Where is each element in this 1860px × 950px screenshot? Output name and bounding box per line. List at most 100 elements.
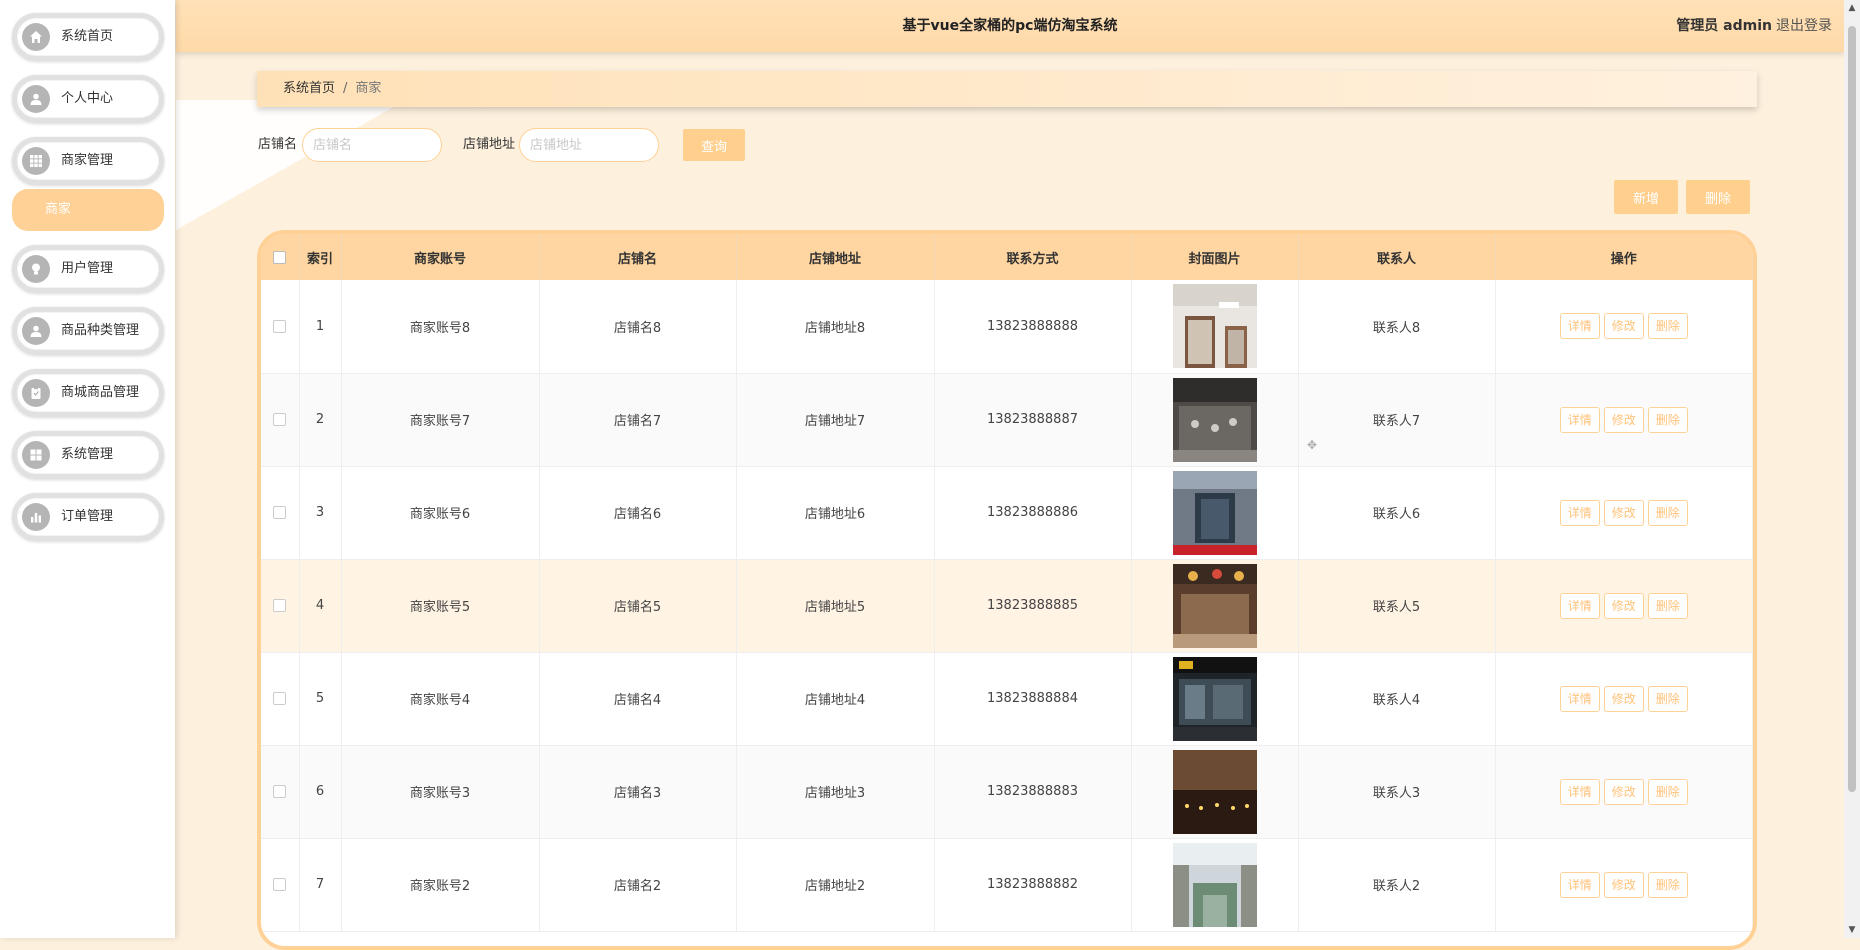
sidebar-item-system-management[interactable]: 系统管理 <box>12 431 164 479</box>
shop-address-label: 店铺地址 <box>463 137 516 152</box>
select-all-checkbox[interactable] <box>273 250 287 264</box>
delete-button[interactable]: 删除 <box>1647 499 1688 526</box>
cell-shop-address: 店铺地址5 <box>736 559 935 653</box>
detail-button[interactable]: 详情 <box>1559 313 1600 340</box>
edit-button[interactable]: 修改 <box>1603 778 1644 805</box>
cell-index: 4 <box>299 559 342 653</box>
row-checkbox[interactable] <box>273 692 287 705</box>
cover-image[interactable] <box>1172 470 1257 555</box>
breadcrumb-home[interactable]: 系统首页 <box>283 81 335 96</box>
sidebar-item-order-management[interactable]: 订单管理 <box>12 493 164 541</box>
cover-image[interactable] <box>1172 842 1257 927</box>
delete-button[interactable]: 删除 <box>1647 406 1688 433</box>
admin-name: admin <box>1723 18 1772 34</box>
cursor-icon: ✥ <box>1307 438 1318 452</box>
column-header: 封面图片 <box>1131 234 1299 280</box>
row-checkbox[interactable] <box>273 506 287 519</box>
row-checkbox[interactable] <box>273 785 287 798</box>
query-button[interactable]: 查询 <box>683 129 745 161</box>
column-header: 店铺名 <box>539 234 737 280</box>
edit-button[interactable]: 修改 <box>1603 592 1644 619</box>
delete-button[interactable]: 删除 <box>1647 778 1688 805</box>
cell-index: 7 <box>299 838 342 932</box>
top-header: 基于vue全家桶的pc端仿淘宝系统 管理员 admin 退出登录 <box>176 0 1844 52</box>
cell-shop-address: 店铺地址7 <box>736 373 935 467</box>
sidebar-item-label: 用户管理 <box>61 261 114 276</box>
cover-image[interactable] <box>1172 563 1257 648</box>
cover-image[interactable] <box>1172 656 1257 741</box>
edit-button[interactable]: 修改 <box>1603 871 1644 898</box>
sidebar-item-home[interactable]: 系统首页 <box>12 13 164 61</box>
sidebar-subitem-merchant[interactable]: 商家 <box>12 189 164 231</box>
grid-icon <box>22 441 50 469</box>
cell-cover <box>1131 559 1299 653</box>
edit-button[interactable]: 修改 <box>1603 406 1644 433</box>
cell-shop-name: 店铺名6 <box>539 466 737 560</box>
detail-button[interactable]: 详情 <box>1559 778 1600 805</box>
delete-button[interactable]: 删除 <box>1647 685 1688 712</box>
breadcrumb-separator: / <box>343 81 348 96</box>
sidebar-item-category-management[interactable]: 商品种类管理 <box>12 307 164 355</box>
column-header: 索引 <box>299 234 342 280</box>
cell-phone: 13823888883 <box>934 745 1132 839</box>
cell-shop-name: 店铺名3 <box>539 745 737 839</box>
cell-shop-name: 店铺名8 <box>539 280 737 374</box>
cell-account: 商家账号3 <box>341 745 540 839</box>
site-title: 基于vue全家桶的pc端仿淘宝系统 <box>902 18 1118 34</box>
cell-shop-address: 店铺地址4 <box>736 652 935 746</box>
cover-image[interactable] <box>1172 377 1257 462</box>
detail-button[interactable]: 详情 <box>1559 685 1600 712</box>
sidebar-item-user-management[interactable]: 用户管理 <box>12 245 164 293</box>
scrollbar-thumb[interactable] <box>1848 26 1856 792</box>
detail-button[interactable]: 详情 <box>1559 499 1600 526</box>
bulk-delete-button[interactable]: 删除 <box>1686 180 1750 214</box>
table-row: 6 商家账号3 店铺名3 店铺地址3 13823888883 联系人3 详情 修改… <box>261 745 1753 839</box>
cell-account: 商家账号8 <box>341 280 540 374</box>
table-row: 4 商家账号5 店铺名5 店铺地址5 13823888885 联系人5 详情 修改… <box>261 559 1753 653</box>
detail-button[interactable]: 详情 <box>1559 406 1600 433</box>
row-checkbox[interactable] <box>273 878 287 891</box>
column-header: 店铺地址 <box>736 234 935 280</box>
sidebar-item-product-management[interactable]: 商城商品管理 <box>12 369 164 417</box>
detail-button[interactable]: 详情 <box>1559 592 1600 619</box>
sidebar-item-label: 系统管理 <box>61 447 114 462</box>
delete-button[interactable]: 删除 <box>1647 313 1688 340</box>
scroll-down-icon[interactable]: ▼ <box>1844 922 1860 938</box>
edit-button[interactable]: 修改 <box>1603 313 1644 340</box>
cell-actions: 详情 修改 删除 <box>1495 559 1753 653</box>
delete-button[interactable]: 删除 <box>1647 592 1688 619</box>
cell-contact: 联系人8 <box>1298 280 1496 374</box>
sidebar-item-label: 订单管理 <box>61 509 114 524</box>
cell-phone: 13823888886 <box>934 466 1132 560</box>
cell-actions: 详情 修改 删除 <box>1495 373 1753 467</box>
person-icon <box>22 317 50 345</box>
delete-button[interactable]: 删除 <box>1647 871 1688 898</box>
shop-name-input[interactable] <box>302 128 442 162</box>
column-header: 商家账号 <box>341 234 540 280</box>
row-checkbox[interactable] <box>273 319 287 333</box>
grid-icon <box>22 147 50 175</box>
shop-address-input[interactable] <box>519 128 659 162</box>
vertical-scrollbar[interactable]: ▲ ▼ <box>1844 0 1860 938</box>
cell-shop-address: 店铺地址8 <box>736 280 935 374</box>
cell-phone: 13823888887 <box>934 373 1132 467</box>
cover-image[interactable] <box>1172 284 1257 369</box>
sidebar-item-profile[interactable]: 个人中心 <box>12 75 164 123</box>
sidebar-item-merchant-management[interactable]: 商家管理 <box>12 137 164 185</box>
breadcrumb-current: 商家 <box>355 81 382 96</box>
cell-account: 商家账号4 <box>341 652 540 746</box>
table-row: 3 商家账号6 店铺名6 店铺地址6 13823888886 联系人6 详情 修改… <box>261 466 1753 560</box>
edit-button[interactable]: 修改 <box>1603 685 1644 712</box>
edit-button[interactable]: 修改 <box>1603 499 1644 526</box>
cell-cover <box>1131 838 1299 932</box>
row-checkbox[interactable] <box>273 413 287 426</box>
user-icon <box>22 85 50 113</box>
add-button[interactable]: 新增 <box>1614 180 1678 214</box>
scroll-up-icon[interactable]: ▲ <box>1844 0 1860 16</box>
admin-info: 管理员 admin <box>1676 0 1772 52</box>
sidebar-item-label: 商品种类管理 <box>61 323 140 338</box>
logout-link[interactable]: 退出登录 <box>1776 0 1832 52</box>
row-checkbox[interactable] <box>273 599 287 612</box>
detail-button[interactable]: 详情 <box>1559 871 1600 898</box>
cover-image[interactable] <box>1172 749 1257 834</box>
